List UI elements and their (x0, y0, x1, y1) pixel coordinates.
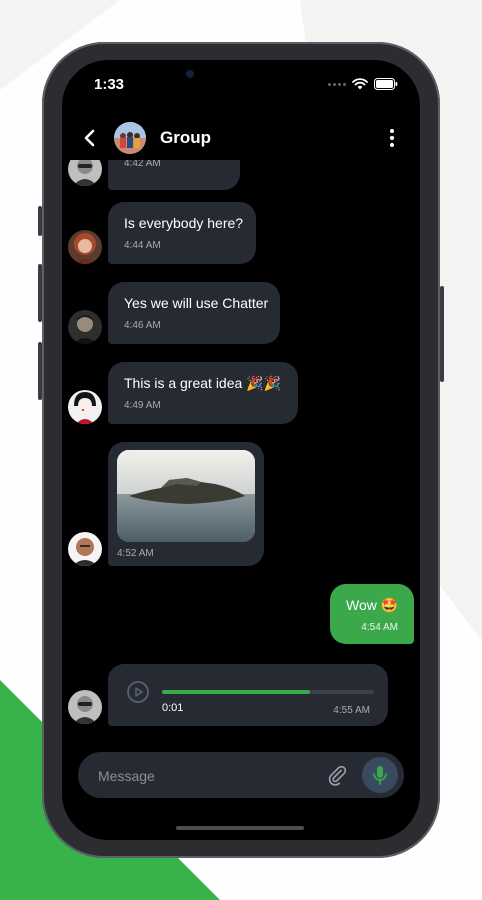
battery-icon (374, 78, 398, 90)
notch (168, 60, 314, 92)
voice-message-bubble: 0:01 4:55 AM (108, 664, 388, 726)
message-row: 4:52 AM (62, 442, 420, 570)
image-message-bubble[interactable]: 4:52 AM (108, 442, 264, 566)
message-bubble: 4:42 AM (108, 160, 240, 190)
message-bubble: Yes we will use Chatter 4:46 AM (108, 282, 280, 344)
message-text: Is everybody here? (124, 215, 244, 231)
group-photo-image (114, 122, 146, 154)
power-button (440, 286, 444, 382)
island-photo[interactable] (117, 450, 255, 542)
message-text: Wow 🤩 (346, 597, 399, 613)
camera-icon (186, 70, 194, 78)
message-composer (78, 752, 404, 800)
silent-switch (38, 206, 42, 236)
signal-icon (328, 82, 346, 86)
audio-elapsed: 0:01 (162, 702, 184, 714)
message-list[interactable]: 4:42 AM Is everybody here? 4:44 AM Yes w… (62, 160, 420, 750)
message-bubble: Is everybody here? 4:44 AM (108, 202, 256, 264)
message-time: 4:42 AM (124, 160, 161, 169)
woman-red-hair-avatar (68, 230, 102, 264)
paperclip-icon[interactable] (326, 764, 348, 786)
more-vertical-icon[interactable] (382, 126, 402, 150)
play-icon[interactable] (126, 680, 150, 704)
volume-down-button (38, 342, 42, 400)
message-time: 4:46 AM (124, 320, 161, 331)
message-row-outgoing: Wow 🤩 4:54 AM (62, 584, 420, 648)
message-row: Yes we will use Chatter 4:46 AM (62, 282, 420, 348)
man-sunglasses-avatar (68, 160, 102, 186)
message-text: This is a great idea 🎉🎉 (124, 375, 282, 391)
volume-up-button (38, 264, 42, 322)
man-sunglasses-avatar (68, 690, 102, 724)
man-dark-avatar (68, 310, 102, 344)
message-row: This is a great idea 🎉🎉 4:49 AM (62, 362, 420, 428)
outgoing-message-bubble: Wow 🤩 4:54 AM (330, 584, 414, 644)
message-time: 4:49 AM (124, 400, 161, 411)
message-row: Is everybody here? 4:44 AM (62, 202, 420, 268)
message-row: 4:42 AM (62, 160, 420, 198)
promo-scene: 1:33 Group 4:42 AM Is everybody here? 4:… (0, 0, 482, 900)
wifi-icon (352, 78, 368, 90)
group-avatar[interactable] (114, 122, 146, 154)
chat-header: Group (62, 120, 420, 160)
home-indicator[interactable] (176, 826, 304, 830)
message-time: 4:55 AM (333, 705, 370, 716)
message-text: Yes we will use Chatter (124, 295, 269, 311)
message-time: 4:44 AM (124, 240, 161, 251)
microphone-button[interactable] (362, 757, 398, 793)
chevron-left-icon[interactable] (78, 126, 102, 150)
bald-man-avatar (68, 532, 102, 566)
audio-progress-track[interactable] (162, 690, 374, 694)
status-icons (328, 78, 398, 90)
phone-frame: 1:33 Group 4:42 AM Is everybody here? 4:… (38, 42, 444, 858)
woman-geisha-avatar (68, 390, 102, 424)
status-time: 1:33 (94, 76, 125, 93)
audio-progress-fill (162, 690, 311, 694)
microphone-icon (373, 766, 387, 785)
chat-title: Group (160, 128, 211, 147)
message-time: 4:54 AM (361, 622, 398, 633)
message-input[interactable] (96, 752, 320, 800)
message-time: 4:52 AM (117, 548, 154, 559)
phone-screen: 1:33 Group 4:42 AM Is everybody here? 4:… (62, 60, 420, 840)
message-row: 0:01 4:55 AM (62, 664, 420, 734)
message-bubble: This is a great idea 🎉🎉 4:49 AM (108, 362, 298, 424)
